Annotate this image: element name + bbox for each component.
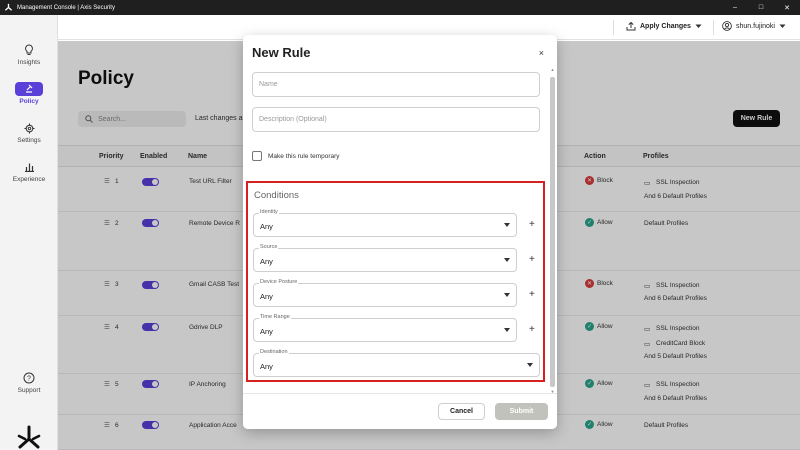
sidebar-item-label: Insights: [17, 59, 41, 66]
sidebar-item-label: Experience: [12, 176, 46, 183]
chevron-down-icon: [504, 293, 510, 297]
minimize-button[interactable]: –: [722, 0, 748, 15]
divider: [713, 20, 714, 35]
app-icon: [4, 3, 13, 11]
dialog-title: New Rule: [252, 45, 311, 60]
window-title: Management Console | Axis Security: [17, 4, 115, 11]
source-select[interactable]: Source Any: [253, 244, 517, 272]
rule-description-input[interactable]: Description (Optional): [252, 107, 540, 132]
sidebar-item-experience[interactable]: Experience: [0, 160, 58, 183]
device-posture-select[interactable]: Device Posture Any: [253, 279, 517, 307]
conditions-title: Conditions: [254, 190, 299, 201]
sidebar-item-insights[interactable]: Insights: [0, 43, 58, 66]
conditions-section: Conditions Identity Any + Source Any + D…: [246, 181, 545, 382]
user-name: shun.fujinoki: [736, 22, 775, 30]
chevron-down-icon: [504, 223, 510, 227]
dialog-footer: Cancel Submit: [243, 393, 557, 429]
temporary-rule-checkbox[interactable]: [252, 151, 262, 161]
chevron-down-icon: [504, 328, 510, 332]
field-value: Any: [260, 222, 273, 231]
temporary-rule-label: Make this rule temporary: [268, 152, 340, 160]
sidebar: Insights Policy Settings Experience ? Su…: [0, 15, 58, 450]
gear-icon: [21, 121, 37, 135]
destination-select[interactable]: Destination Any: [253, 349, 540, 377]
scrollbar-thumb[interactable]: [550, 77, 555, 387]
bar-chart-icon: [21, 160, 37, 174]
dialog-scrollbar[interactable]: ▲ ▼: [550, 67, 555, 394]
close-icon[interactable]: ×: [539, 48, 544, 58]
gavel-icon: [15, 82, 43, 96]
field-label: Identity: [259, 209, 279, 215]
add-time-range-button[interactable]: +: [529, 324, 535, 335]
identity-select[interactable]: Identity Any: [253, 209, 517, 237]
axis-logo-icon: [17, 425, 41, 449]
sidebar-item-label: Support: [17, 387, 41, 394]
chevron-down-icon: [527, 363, 533, 367]
upload-icon: [626, 21, 636, 31]
apply-changes-label: Apply Changes: [640, 22, 691, 30]
temporary-rule-row[interactable]: Make this rule temporary: [252, 151, 340, 161]
help-circle-icon: ?: [21, 371, 37, 385]
scroll-up-icon[interactable]: ▲: [550, 67, 555, 72]
add-source-button[interactable]: +: [529, 254, 535, 265]
add-identity-button[interactable]: +: [529, 219, 535, 230]
sidebar-item-label: Settings: [17, 137, 41, 144]
user-menu[interactable]: shun.fujinoki: [722, 21, 786, 31]
apply-changes-button[interactable]: Apply Changes: [626, 21, 702, 31]
field-value: Any: [260, 257, 273, 266]
lightbulb-icon: [21, 43, 37, 57]
field-value: Any: [260, 292, 273, 301]
rule-description-placeholder: Description (Optional): [259, 116, 327, 123]
field-label: Time Range: [259, 314, 291, 320]
new-rule-dialog: New Rule × Name Description (Optional) M…: [243, 35, 557, 429]
maximize-button[interactable]: □: [748, 0, 774, 15]
sidebar-item-settings[interactable]: Settings: [0, 121, 58, 144]
field-value: Any: [260, 327, 273, 336]
field-value: Any: [260, 362, 273, 371]
chevron-down-icon: [504, 258, 510, 262]
window-titlebar: Management Console | Axis Security – □ ✕: [0, 0, 800, 15]
sidebar-item-policy[interactable]: Policy: [0, 82, 58, 105]
close-window-button[interactable]: ✕: [774, 0, 800, 15]
submit-button[interactable]: Submit: [495, 403, 548, 420]
field-label: Device Posture: [259, 279, 299, 285]
rule-name-placeholder: Name: [259, 81, 278, 88]
rule-name-input[interactable]: Name: [252, 72, 540, 97]
divider: [613, 20, 614, 35]
chevron-down-icon: [779, 24, 786, 28]
add-device-posture-button[interactable]: +: [529, 289, 535, 300]
svg-text:?: ?: [27, 376, 31, 383]
user-avatar-icon: [722, 21, 732, 31]
field-label: Source: [259, 244, 279, 250]
chevron-down-icon: [695, 24, 702, 28]
cancel-button[interactable]: Cancel: [438, 403, 485, 420]
sidebar-item-support[interactable]: ? Support: [0, 371, 58, 394]
sidebar-item-label: Policy: [19, 98, 39, 105]
field-label: Destination: [259, 349, 289, 355]
time-range-select[interactable]: Time Range Any: [253, 314, 517, 342]
